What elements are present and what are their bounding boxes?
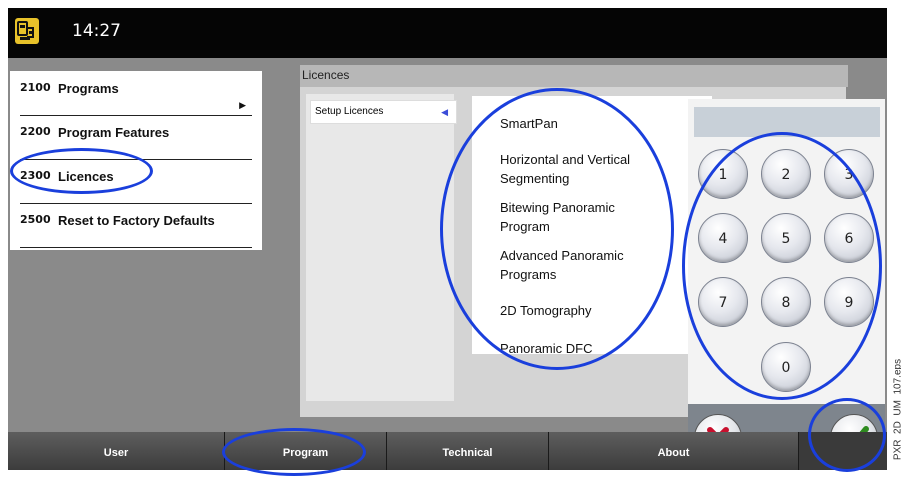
chevron-right-icon: ▶ <box>239 101 246 111</box>
list-item[interactable]: Advanced Panoramic Programs <box>500 246 660 284</box>
figure-reference-label: PXR_2D_UM_107.eps <box>892 352 901 472</box>
licence-list[interactable]: SmartPan Horizontal and Vertical Segment… <box>472 96 712 354</box>
key-0[interactable]: 0 <box>761 342 811 392</box>
menu-item-code: 2200 <box>20 125 51 138</box>
key-4[interactable]: 4 <box>698 213 748 263</box>
menu-item-licences[interactable]: 2300 Licences <box>20 159 252 204</box>
menu-item-label: Program Features <box>58 125 170 140</box>
key-6[interactable]: 6 <box>824 213 874 263</box>
clock: 14:27 <box>72 21 121 41</box>
list-item[interactable]: Bitewing Panoramic Program <box>500 198 660 236</box>
bottom-tab-bar: User Program Technical About <box>8 432 887 470</box>
tab-about[interactable]: About <box>549 432 799 470</box>
key-7[interactable]: 7 <box>698 277 748 327</box>
chevron-left-icon: ◀ <box>441 107 448 117</box>
screen: 14:27 2100 Programs ▶ 2200 Program Featu… <box>8 8 887 470</box>
device-settings-icon[interactable] <box>15 18 39 44</box>
figure-reference-text: PXR_2D_UM_107.eps <box>892 358 901 461</box>
key-3[interactable]: 3 <box>824 149 874 199</box>
setup-licences-item[interactable]: Setup Licences ◀ <box>310 100 457 124</box>
menu-item-label: Licences <box>58 169 114 184</box>
menu-item-code: 2100 <box>20 81 51 94</box>
menu-item-code: 2300 <box>20 169 51 182</box>
list-item[interactable]: 2D Tomography <box>500 301 660 320</box>
list-item[interactable]: Horizontal and Vertical Segmenting <box>500 150 660 188</box>
settings-menu: 2100 Programs ▶ 2200 Program Features 23… <box>10 71 262 250</box>
menu-item-label: Reset to Factory Defaults <box>58 213 215 228</box>
numeric-keypad: 1 2 3 4 5 6 7 8 9 0 <box>688 99 885 470</box>
key-1[interactable]: 1 <box>698 149 748 199</box>
tab-program[interactable]: Program <box>225 432 387 470</box>
menu-item-code: 2500 <box>20 213 51 226</box>
list-item[interactable]: Panoramic DFC <box>500 339 660 354</box>
key-8[interactable]: 8 <box>761 277 811 327</box>
menu-item-label: Programs <box>58 81 119 96</box>
key-9[interactable]: 9 <box>824 277 874 327</box>
tab-user[interactable]: User <box>8 432 225 470</box>
list-item[interactable]: SmartPan <box>500 114 660 133</box>
tab-technical[interactable]: Technical <box>387 432 549 470</box>
status-bar: 14:27 <box>8 8 887 58</box>
key-5[interactable]: 5 <box>761 213 811 263</box>
licences-nav: Setup Licences ◀ <box>306 94 457 401</box>
keypad-display <box>694 107 880 137</box>
menu-item-program-features[interactable]: 2200 Program Features <box>20 115 252 160</box>
key-2[interactable]: 2 <box>761 149 811 199</box>
menu-item-reset-factory-defaults[interactable]: 2500 Reset to Factory Defaults <box>20 203 252 248</box>
setup-licences-label: Setup Licences <box>315 106 384 117</box>
menu-item-programs[interactable]: 2100 Programs ▶ <box>20 71 252 116</box>
window-title: Licences <box>300 65 848 87</box>
